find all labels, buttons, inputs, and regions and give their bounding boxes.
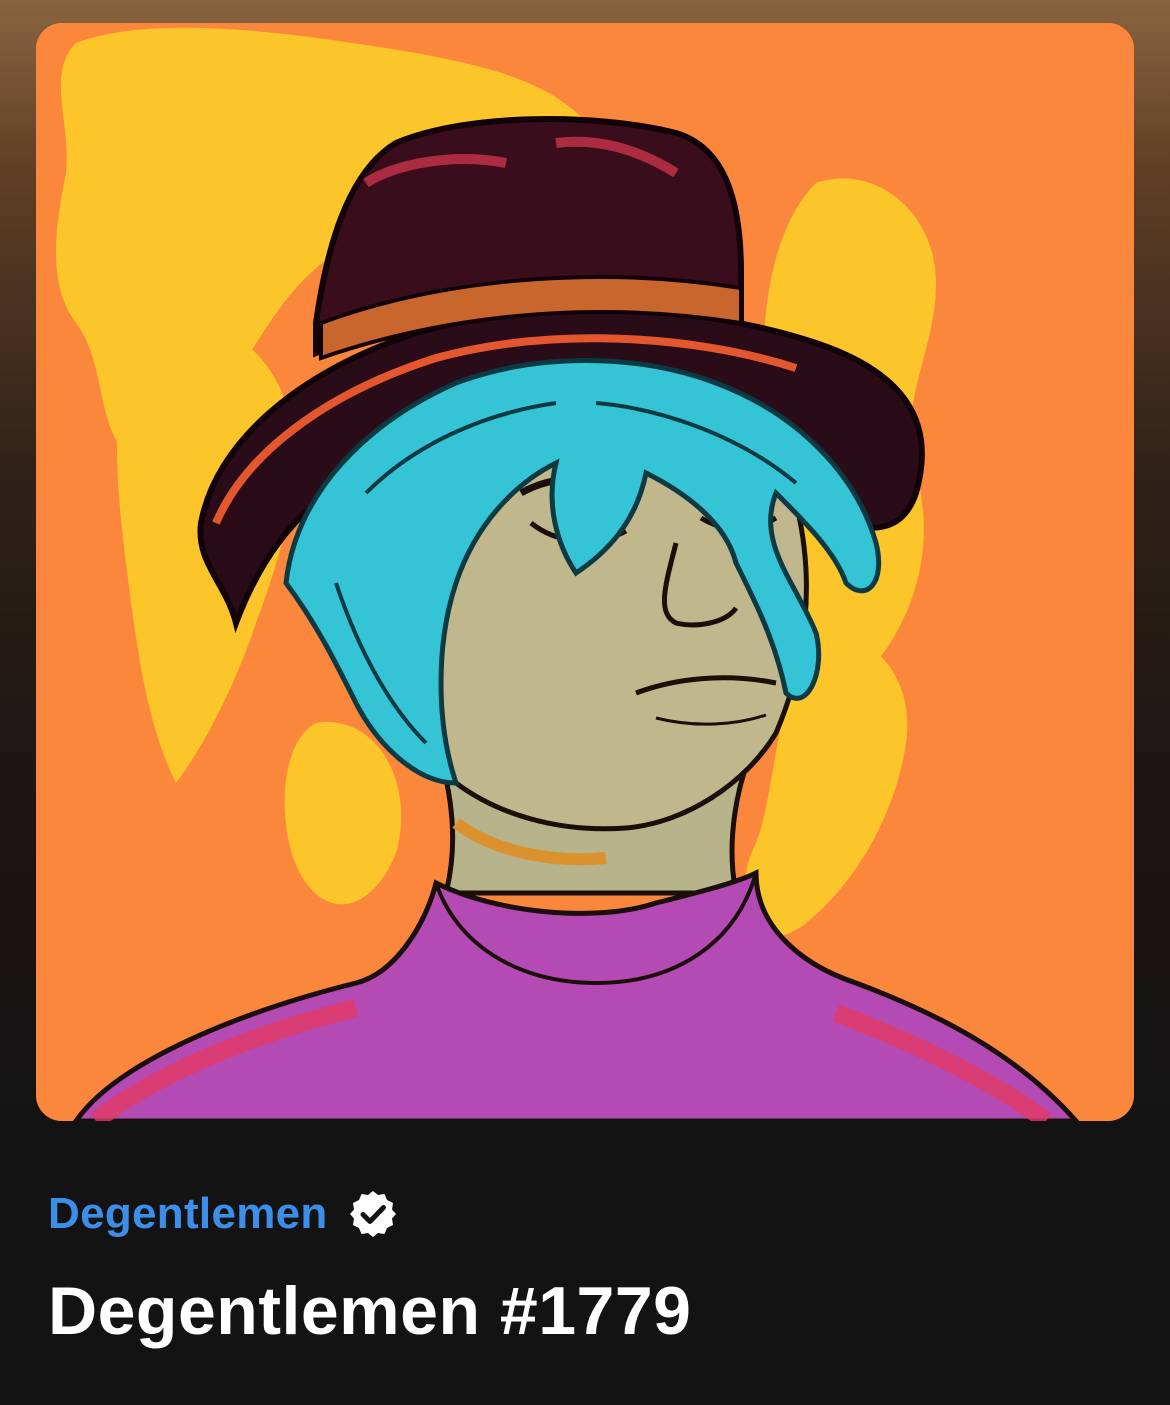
nft-artwork-illustration: [36, 23, 1134, 1121]
nft-artwork[interactable]: [36, 23, 1134, 1121]
collection-link[interactable]: Degentlemen: [48, 1189, 328, 1239]
collection-row: Degentlemen: [48, 1186, 398, 1242]
item-title: Degentlemen #1779: [48, 1273, 692, 1349]
verified-badge-icon: [348, 1189, 398, 1239]
